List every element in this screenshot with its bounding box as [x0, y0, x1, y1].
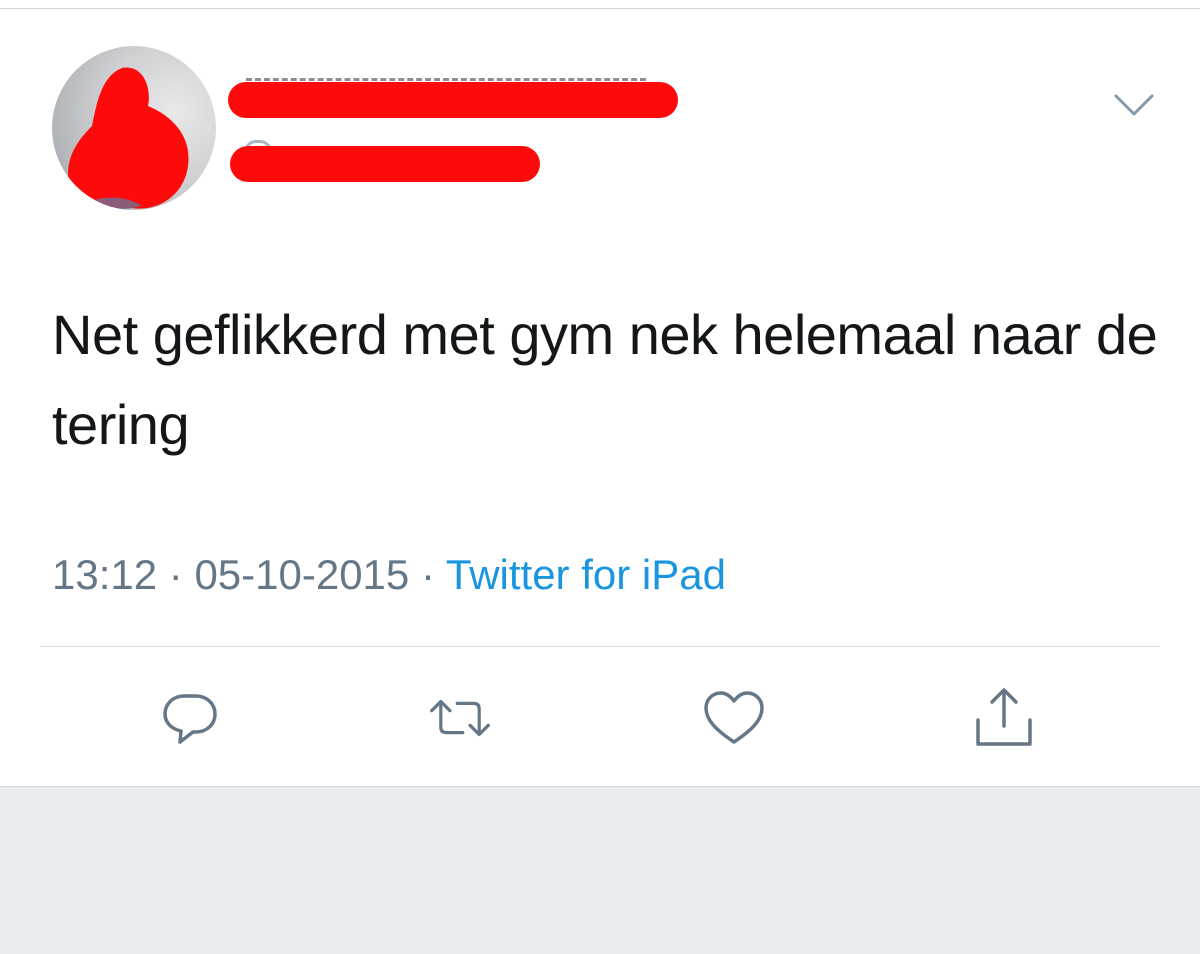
top-divider	[0, 8, 1200, 9]
share-icon	[976, 688, 1032, 746]
actions-divider	[40, 646, 1160, 647]
retweet-button[interactable]	[428, 686, 492, 750]
reply-icon	[163, 694, 217, 744]
avatar-redaction	[68, 67, 189, 210]
avatar[interactable]	[52, 46, 216, 210]
tweet-text: Net geflikkerd met gym nek helemaal naar…	[52, 303, 1158, 456]
meta-separator: ·	[409, 551, 446, 598]
chevron-down-icon[interactable]	[1112, 92, 1156, 118]
retweet-icon	[430, 699, 490, 737]
like-button[interactable]	[702, 686, 766, 750]
tweet-source-link[interactable]: Twitter for iPad	[446, 551, 726, 598]
share-button[interactable]	[972, 686, 1036, 750]
tweet-date[interactable]: 05-10-2015	[194, 551, 409, 598]
author-handle-redaction	[230, 146, 540, 182]
tweet-meta: 13:12 · 05-10-2015 · Twitter for iPad	[52, 548, 726, 602]
meta-separator: ·	[157, 551, 195, 598]
tweet-time[interactable]: 13:12	[52, 551, 157, 598]
author-name-redaction	[228, 82, 678, 118]
reply-button[interactable]	[158, 686, 222, 750]
tweet-card: Net geflikkerd met gym nek helemaal naar…	[0, 0, 1200, 787]
heart-icon	[704, 691, 764, 744]
